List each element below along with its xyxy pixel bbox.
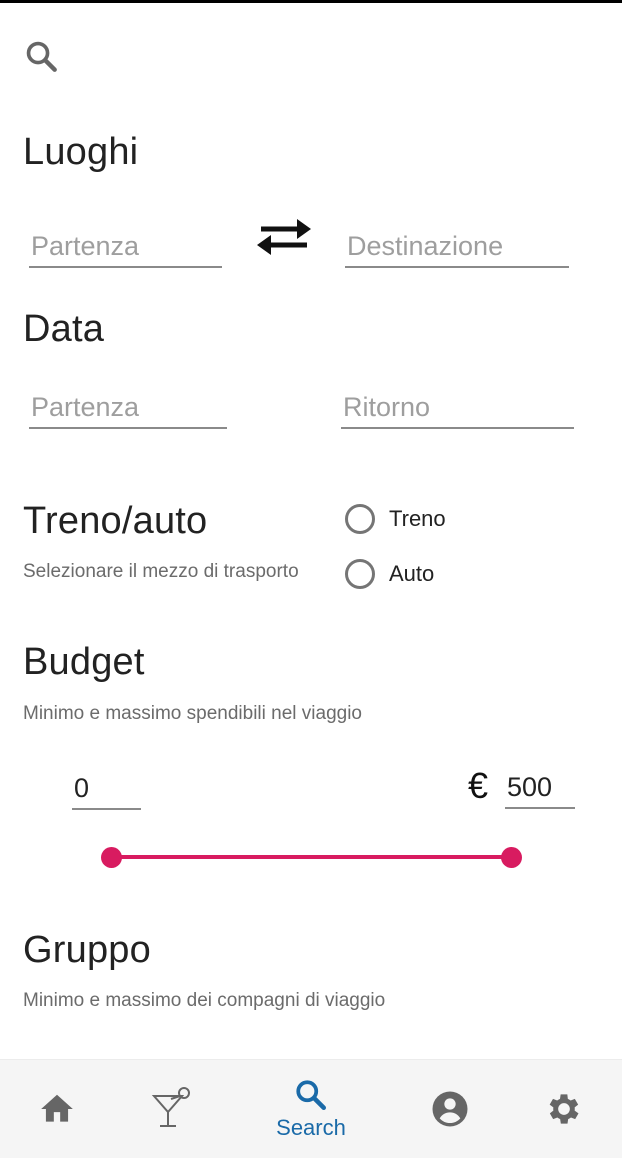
from-place-input[interactable] [29, 226, 224, 266]
section-title-transport: Treno/auto [23, 500, 208, 542]
return-date-field[interactable] [341, 387, 576, 429]
budget-slider-track[interactable] [111, 855, 511, 859]
departure-date-input[interactable] [29, 387, 229, 427]
nav-search-label: Search [276, 1115, 346, 1140]
radio-auto[interactable]: Auto [345, 559, 434, 589]
nav-home[interactable] [27, 1060, 87, 1158]
search-icon [296, 1080, 326, 1110]
return-date-input[interactable] [341, 387, 576, 427]
radio-button[interactable] [345, 559, 375, 589]
budget-min-input[interactable] [72, 768, 143, 808]
swap-icon[interactable] [253, 213, 315, 261]
departure-date-field[interactable] [29, 387, 229, 429]
bottom-navigation: Search [0, 1059, 622, 1158]
from-place-field[interactable] [29, 226, 224, 268]
budget-slider-min-thumb[interactable] [100, 847, 122, 868]
radio-label-treno: Treno [389, 506, 446, 531]
radio-label-auto: Auto [389, 561, 435, 586]
top-border [0, 0, 622, 3]
account-icon [432, 1091, 468, 1127]
budget-slider-max-thumb[interactable] [500, 847, 522, 868]
cocktail-icon [151, 1087, 190, 1127]
to-place-input[interactable] [345, 226, 571, 266]
settings-icon [549, 1094, 579, 1124]
budget-max-input[interactable] [505, 767, 577, 807]
radio-treno[interactable]: Treno [345, 504, 446, 534]
budget-min-field[interactable] [72, 768, 143, 810]
budget-subtitle: Minimo e massimo spendibili nel viaggio [23, 703, 362, 724]
nav-search[interactable]: Search [268, 1060, 354, 1158]
section-title-data: Data [23, 308, 105, 350]
section-title-budget: Budget [23, 641, 145, 683]
section-title-luoghi: Luoghi [23, 131, 139, 173]
gruppo-subtitle: Minimo e massimo dei compagni di viaggio [23, 990, 386, 1011]
search-icon[interactable] [23, 38, 61, 76]
budget-max-field[interactable] [505, 767, 577, 809]
section-title-gruppo: Gruppo [23, 929, 151, 971]
transport-subtitle: Selezionare il mezzo di trasporto [23, 561, 299, 582]
home-icon [41, 1094, 73, 1122]
to-place-field[interactable] [345, 226, 571, 268]
nav-cocktail[interactable] [141, 1060, 201, 1158]
radio-button[interactable] [345, 504, 375, 534]
nav-settings[interactable] [534, 1060, 594, 1158]
nav-account[interactable] [420, 1060, 480, 1158]
currency-symbol: € [468, 765, 489, 806]
